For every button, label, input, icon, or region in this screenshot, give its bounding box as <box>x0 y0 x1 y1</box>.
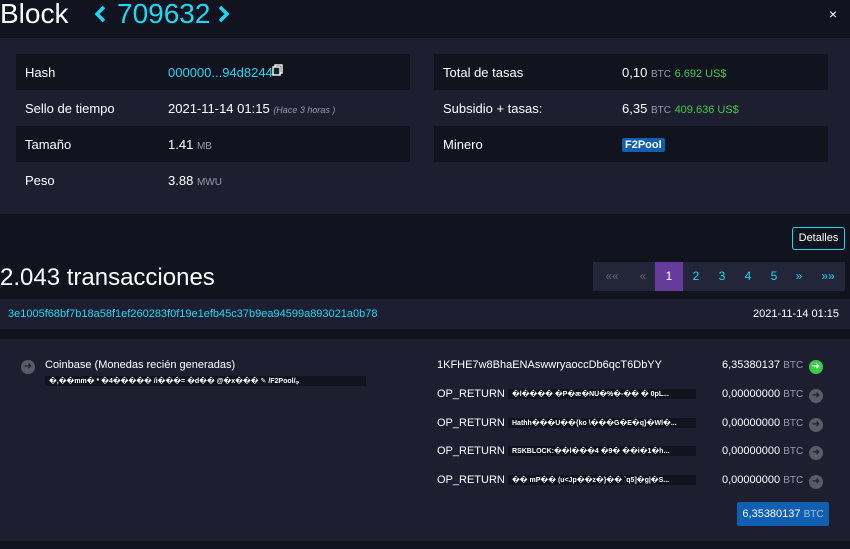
detail-row-miner: Minero F2Pool <box>434 126 828 162</box>
coinbase-label: Coinbase (Monedas recién generadas) <box>45 359 236 371</box>
output-address-link[interactable]: 1KFHE7w8BhaENAswwryaoccDb6qcT6DbYY <box>437 359 662 371</box>
output-op-return: OP_RETURN <box>437 474 505 486</box>
subsidy-usd: 409.636 US$ <box>674 104 739 116</box>
output-amount: 0,00000000 BTC <box>722 388 804 400</box>
input-arrow-icon[interactable]: ➜ <box>21 360 35 374</box>
copy-icon[interactable] <box>272 64 283 79</box>
transaction-date: 2021-11-14 01:15 <box>753 308 840 320</box>
details-button[interactable]: Detalles <box>792 227 845 250</box>
chevron-left-icon[interactable] <box>93 4 107 30</box>
subsidy-value: 6,35 BTC 409.636 US$ <box>622 101 739 116</box>
pagination-page-3[interactable]: 3 <box>709 262 735 291</box>
op-return-script: Hathh���U��{ko \���G�E�q}�Wl�... <box>508 418 696 428</box>
block-height: 709632 <box>117 0 211 29</box>
pagination-page-4[interactable]: 4 <box>735 262 761 291</box>
close-icon[interactable]: × <box>829 6 837 22</box>
page-title: Block <box>0 0 69 29</box>
output-op-return: OP_RETURN <box>437 417 505 429</box>
unspent-arrow-icon[interactable]: ➜ <box>809 446 823 460</box>
pagination-prev[interactable]: « <box>631 262 655 291</box>
weight-label: Peso <box>25 173 55 188</box>
coinbase-script: �,��mm� * �4����� /i���= �d�� @�x��� ✎ /… <box>45 376 366 386</box>
spent-arrow-icon[interactable]: ➜ <box>809 360 823 374</box>
total-amount-button[interactable]: 6,35380137 BTC <box>737 502 829 526</box>
output-op-return: OP_RETURN <box>437 388 505 400</box>
timestamp-value: 2021-11-14 01:15 (Hace 3 horas ) <box>168 101 336 116</box>
op-return-script: �l���� �P�æ�NU�%�-�� � 0pL... <box>508 389 696 399</box>
detail-row-weight: Peso 3.88 MWU <box>16 162 410 198</box>
chevron-right-icon[interactable] <box>217 4 231 30</box>
txid-link[interactable]: 3e1005f68bf7b18a58f1ef260283f0f19e1efb45… <box>8 308 377 320</box>
weight-unit: MWU <box>196 177 222 188</box>
hash-link[interactable]: 000000...94d8244 <box>168 65 273 80</box>
size-label: Tamaño <box>25 137 72 152</box>
pagination-next[interactable]: » <box>787 262 811 291</box>
pagination-first[interactable]: «« <box>593 262 631 291</box>
detail-row-size: Tamaño 1.41 MB <box>16 126 410 162</box>
transaction-header: 3e1005f68bf7b18a58f1ef260283f0f19e1efb45… <box>0 299 850 329</box>
output-amount: 6,35380137 BTC <box>722 359 804 371</box>
fees-usd: 6.692 US$ <box>674 68 727 80</box>
size-unit: MB <box>196 141 212 152</box>
subsidy-label: Subsidio + tasas: <box>443 101 543 116</box>
miner-badge[interactable]: F2Pool <box>622 138 665 152</box>
size-value: 1.41 MB <box>168 137 212 152</box>
weight-value: 3.88 MWU <box>168 173 222 188</box>
detail-row-timestamp: Sello de tiempo 2021-11-14 01:15 (Hace 3… <box>16 90 410 126</box>
miner-label: Minero <box>443 137 483 152</box>
unspent-arrow-icon[interactable]: ➜ <box>809 475 823 489</box>
op-return-script: �� mP�� (u<Jp��z�}�� `q5]�g|�S... <box>508 475 696 485</box>
detail-row-subsidy: Subsidio + tasas: 6,35 BTC 409.636 US$ <box>434 90 828 126</box>
unspent-arrow-icon[interactable]: ➜ <box>809 418 823 432</box>
pagination-last[interactable]: »» <box>811 262 845 291</box>
timestamp-relative: (Hace 3 horas ) <box>273 105 336 115</box>
output-amount: 0,00000000 BTC <box>722 445 804 457</box>
pagination-page-2[interactable]: 2 <box>683 262 709 291</box>
transactions-heading: 2.043 transacciones <box>0 264 215 291</box>
detail-row-hash: Hash 000000...94d8244 <box>16 54 410 90</box>
timestamp-label: Sello de tiempo <box>25 101 115 116</box>
hash-label: Hash <box>25 65 56 80</box>
block-details-panel: Hash 000000...94d8244 Sello de tiempo 20… <box>0 38 850 214</box>
output-amount: 0,00000000 BTC <box>722 474 804 486</box>
pagination-page-5[interactable]: 5 <box>761 262 787 291</box>
unspent-arrow-icon[interactable]: ➜ <box>809 389 823 403</box>
fees-label: Total de tasas <box>443 65 524 80</box>
op-return-script: RSKBLOCK:��l���4 �9� ��i�1�h... <box>508 446 696 456</box>
pagination-page-1[interactable]: 1 <box>655 262 683 291</box>
detail-row-fees: Total de tasas 0,10 BTC 6.692 US$ <box>434 54 828 90</box>
output-amount: 0,00000000 BTC <box>722 417 804 429</box>
output-op-return: OP_RETURN <box>437 445 505 457</box>
fees-value: 0,10 BTC 6.692 US$ <box>622 65 727 80</box>
